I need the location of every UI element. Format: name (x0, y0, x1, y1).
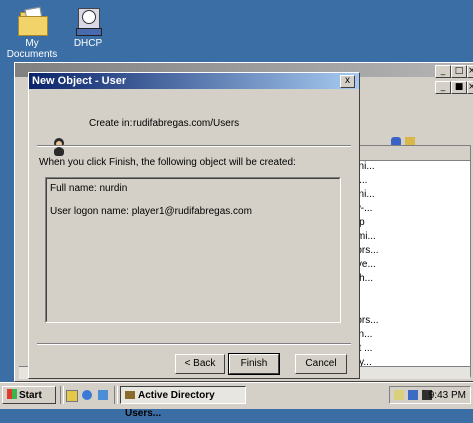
divider (37, 343, 351, 345)
system-tray: 9:43 PM (389, 386, 471, 404)
list-item[interactable]: can... (344, 329, 470, 343)
outlook-icon[interactable] (98, 390, 108, 400)
desktop-icon-dhcp[interactable]: DHCP (58, 6, 118, 49)
show-desktop-icon[interactable] (66, 390, 78, 402)
finish-button[interactable]: Finish (228, 353, 280, 375)
back-button[interactable]: < Back (175, 354, 225, 374)
close-icon[interactable]: × (467, 65, 473, 78)
create-in-label: Create in: (89, 118, 133, 129)
list-item[interactable]: mini... (344, 161, 470, 175)
summary-box: Full name: nurdin User logon name: playe… (45, 177, 341, 323)
list-item[interactable]: an... (344, 175, 470, 189)
new-object-user-dialog: New Object - User x Create in: rudifabre… (28, 72, 360, 379)
internet-explorer-icon[interactable] (82, 390, 92, 400)
taskbar-task-active-directory[interactable]: Active Directory Users... (120, 386, 246, 419)
list-item[interactable] (344, 301, 470, 315)
maximize-button[interactable]: □ (451, 65, 467, 78)
start-button[interactable]: Start (2, 386, 56, 404)
active-directory-icon (125, 391, 135, 399)
windows-logo-icon (7, 389, 17, 399)
list-item[interactable]: erve... (344, 259, 470, 273)
info-text: When you click Finish, the following obj… (39, 157, 296, 168)
create-in-path: rudifabregas.com/Users (133, 118, 240, 129)
list-item[interactable]: est ... (344, 343, 470, 357)
divider (60, 386, 64, 404)
clock: 9:43 PM (428, 390, 466, 401)
list-item[interactable]: mini... (344, 189, 470, 203)
divider (114, 386, 118, 404)
list-item[interactable]: ators... (344, 245, 470, 259)
network-icon[interactable] (408, 390, 418, 400)
desktop-icon-label: DHCP (73, 38, 103, 49)
dhcp-icon (72, 6, 104, 36)
desktop-icon-label: My Documents (6, 38, 58, 60)
list-item[interactable]: oup (344, 217, 470, 231)
taskbar: Start Active Directory Users... 9:43 PM (0, 382, 473, 419)
cancel-button[interactable]: Cancel (295, 354, 347, 374)
summary-logon-name: User logon name: player1@rudifabregas.co… (50, 206, 252, 217)
list-item[interactable]: ators... (344, 315, 470, 329)
my-documents-icon (16, 6, 48, 36)
object-list[interactable]: mini...an...mini...ew-...oupermi...ators… (343, 145, 471, 377)
task-label: Active Directory Users... (125, 390, 215, 419)
list-item[interactable] (344, 287, 470, 301)
start-label: Start (19, 390, 42, 401)
list-header[interactable] (344, 146, 470, 161)
list-item[interactable]: n th... (344, 273, 470, 287)
volume-icon[interactable] (394, 390, 404, 400)
close-icon[interactable]: × (467, 81, 473, 94)
list-item[interactable]: ermi... (344, 231, 470, 245)
user-icon (54, 138, 64, 156)
restore-button[interactable]: ■ (451, 81, 467, 94)
summary-full-name: Full name: nurdin (50, 183, 128, 194)
minimize-button[interactable]: _ (435, 65, 451, 78)
divider (37, 145, 351, 147)
dialog-close-button[interactable]: x (340, 75, 355, 88)
list-item[interactable]: ew-... (344, 203, 470, 217)
desktop-icon-my-documents[interactable]: My Documents (2, 6, 62, 60)
minimize-button[interactable]: _ (435, 81, 451, 94)
dialog-title: New Object - User (29, 73, 359, 89)
